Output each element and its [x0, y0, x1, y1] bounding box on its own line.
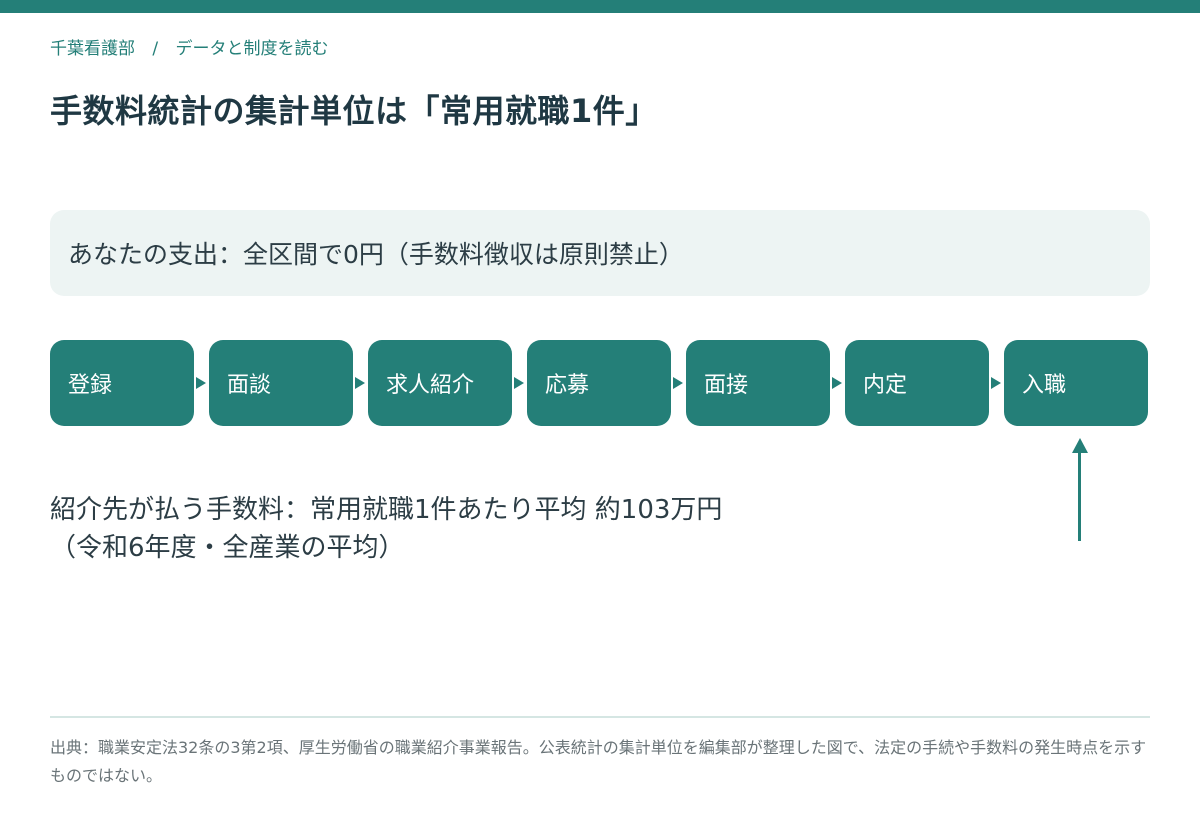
- flow-step-offer: 内定: [845, 340, 989, 426]
- flow-arrow-icon: [355, 377, 365, 389]
- source-note: 出典：職業安定法32条の3第2項、厚生労働省の職業紹介事業報告。公表統計の集計単…: [50, 738, 1147, 785]
- flow-step-label: 面談: [227, 373, 272, 398]
- flow-step-hiring: 入職: [1004, 340, 1148, 426]
- flow-arrow-icon: [832, 377, 842, 389]
- flow-arrow-icon: [673, 377, 683, 389]
- page: 千葉看護部 / データと制度を読む 手数料統計の集計単位は「常用就職1件」 あな…: [0, 0, 1200, 820]
- page-title: 手数料統計の集計単位は「常用就職1件」: [50, 92, 658, 130]
- flow-step-application: 応募: [527, 340, 671, 426]
- fee-note-line: （令和6年度・全産業の平均）: [50, 533, 405, 563]
- flow-step-registration: 登録: [50, 340, 194, 426]
- flow-arrow-icon: [514, 377, 524, 389]
- flow-step-label: 入職: [1022, 373, 1067, 398]
- cost-callout-text: あなたの支出：全区間で0円（手数料徴収は原則禁止）: [68, 240, 684, 269]
- flow-arrow-icon: [196, 377, 206, 389]
- breadcrumb-section-link[interactable]: データと制度を読む: [176, 39, 329, 59]
- flow-step-interview: 面接: [686, 340, 830, 426]
- flow-step-job-introduction: 求人紹介: [368, 340, 512, 426]
- flow-step-label: 登録: [68, 373, 113, 398]
- flow-step-label: 求人紹介: [386, 373, 475, 398]
- fee-description: 紹介先が払う手数料：常用就職1件あたり平均 約103万円 （令和6年度・全産業の…: [50, 491, 722, 567]
- flow-step-label: 応募: [545, 373, 590, 398]
- cost-callout: あなたの支出：全区間で0円（手数料徴収は原則禁止）: [50, 210, 1150, 296]
- fee-amount-line: 紹介先が払う手数料：常用就職1件あたり平均 約103万円: [50, 495, 723, 525]
- hiring-process-flow: 登録 面談 求人紹介 応募 面接 内定 入職: [50, 340, 1150, 426]
- breadcrumb: 千葉看護部 / データと制度を読む: [50, 34, 329, 59]
- top-accent-bar: [0, 0, 1200, 13]
- breadcrumb-site-link[interactable]: 千葉看護部: [50, 39, 135, 59]
- flow-step-label: 面接: [704, 373, 749, 398]
- flow-arrow-icon: [991, 377, 1001, 389]
- up-arrow-shaft: [1078, 450, 1081, 541]
- footer-divider: [50, 716, 1150, 718]
- flow-step-label: 内定: [863, 373, 908, 398]
- breadcrumb-separator: /: [152, 39, 159, 59]
- flow-step-interview-consultation: 面談: [209, 340, 353, 426]
